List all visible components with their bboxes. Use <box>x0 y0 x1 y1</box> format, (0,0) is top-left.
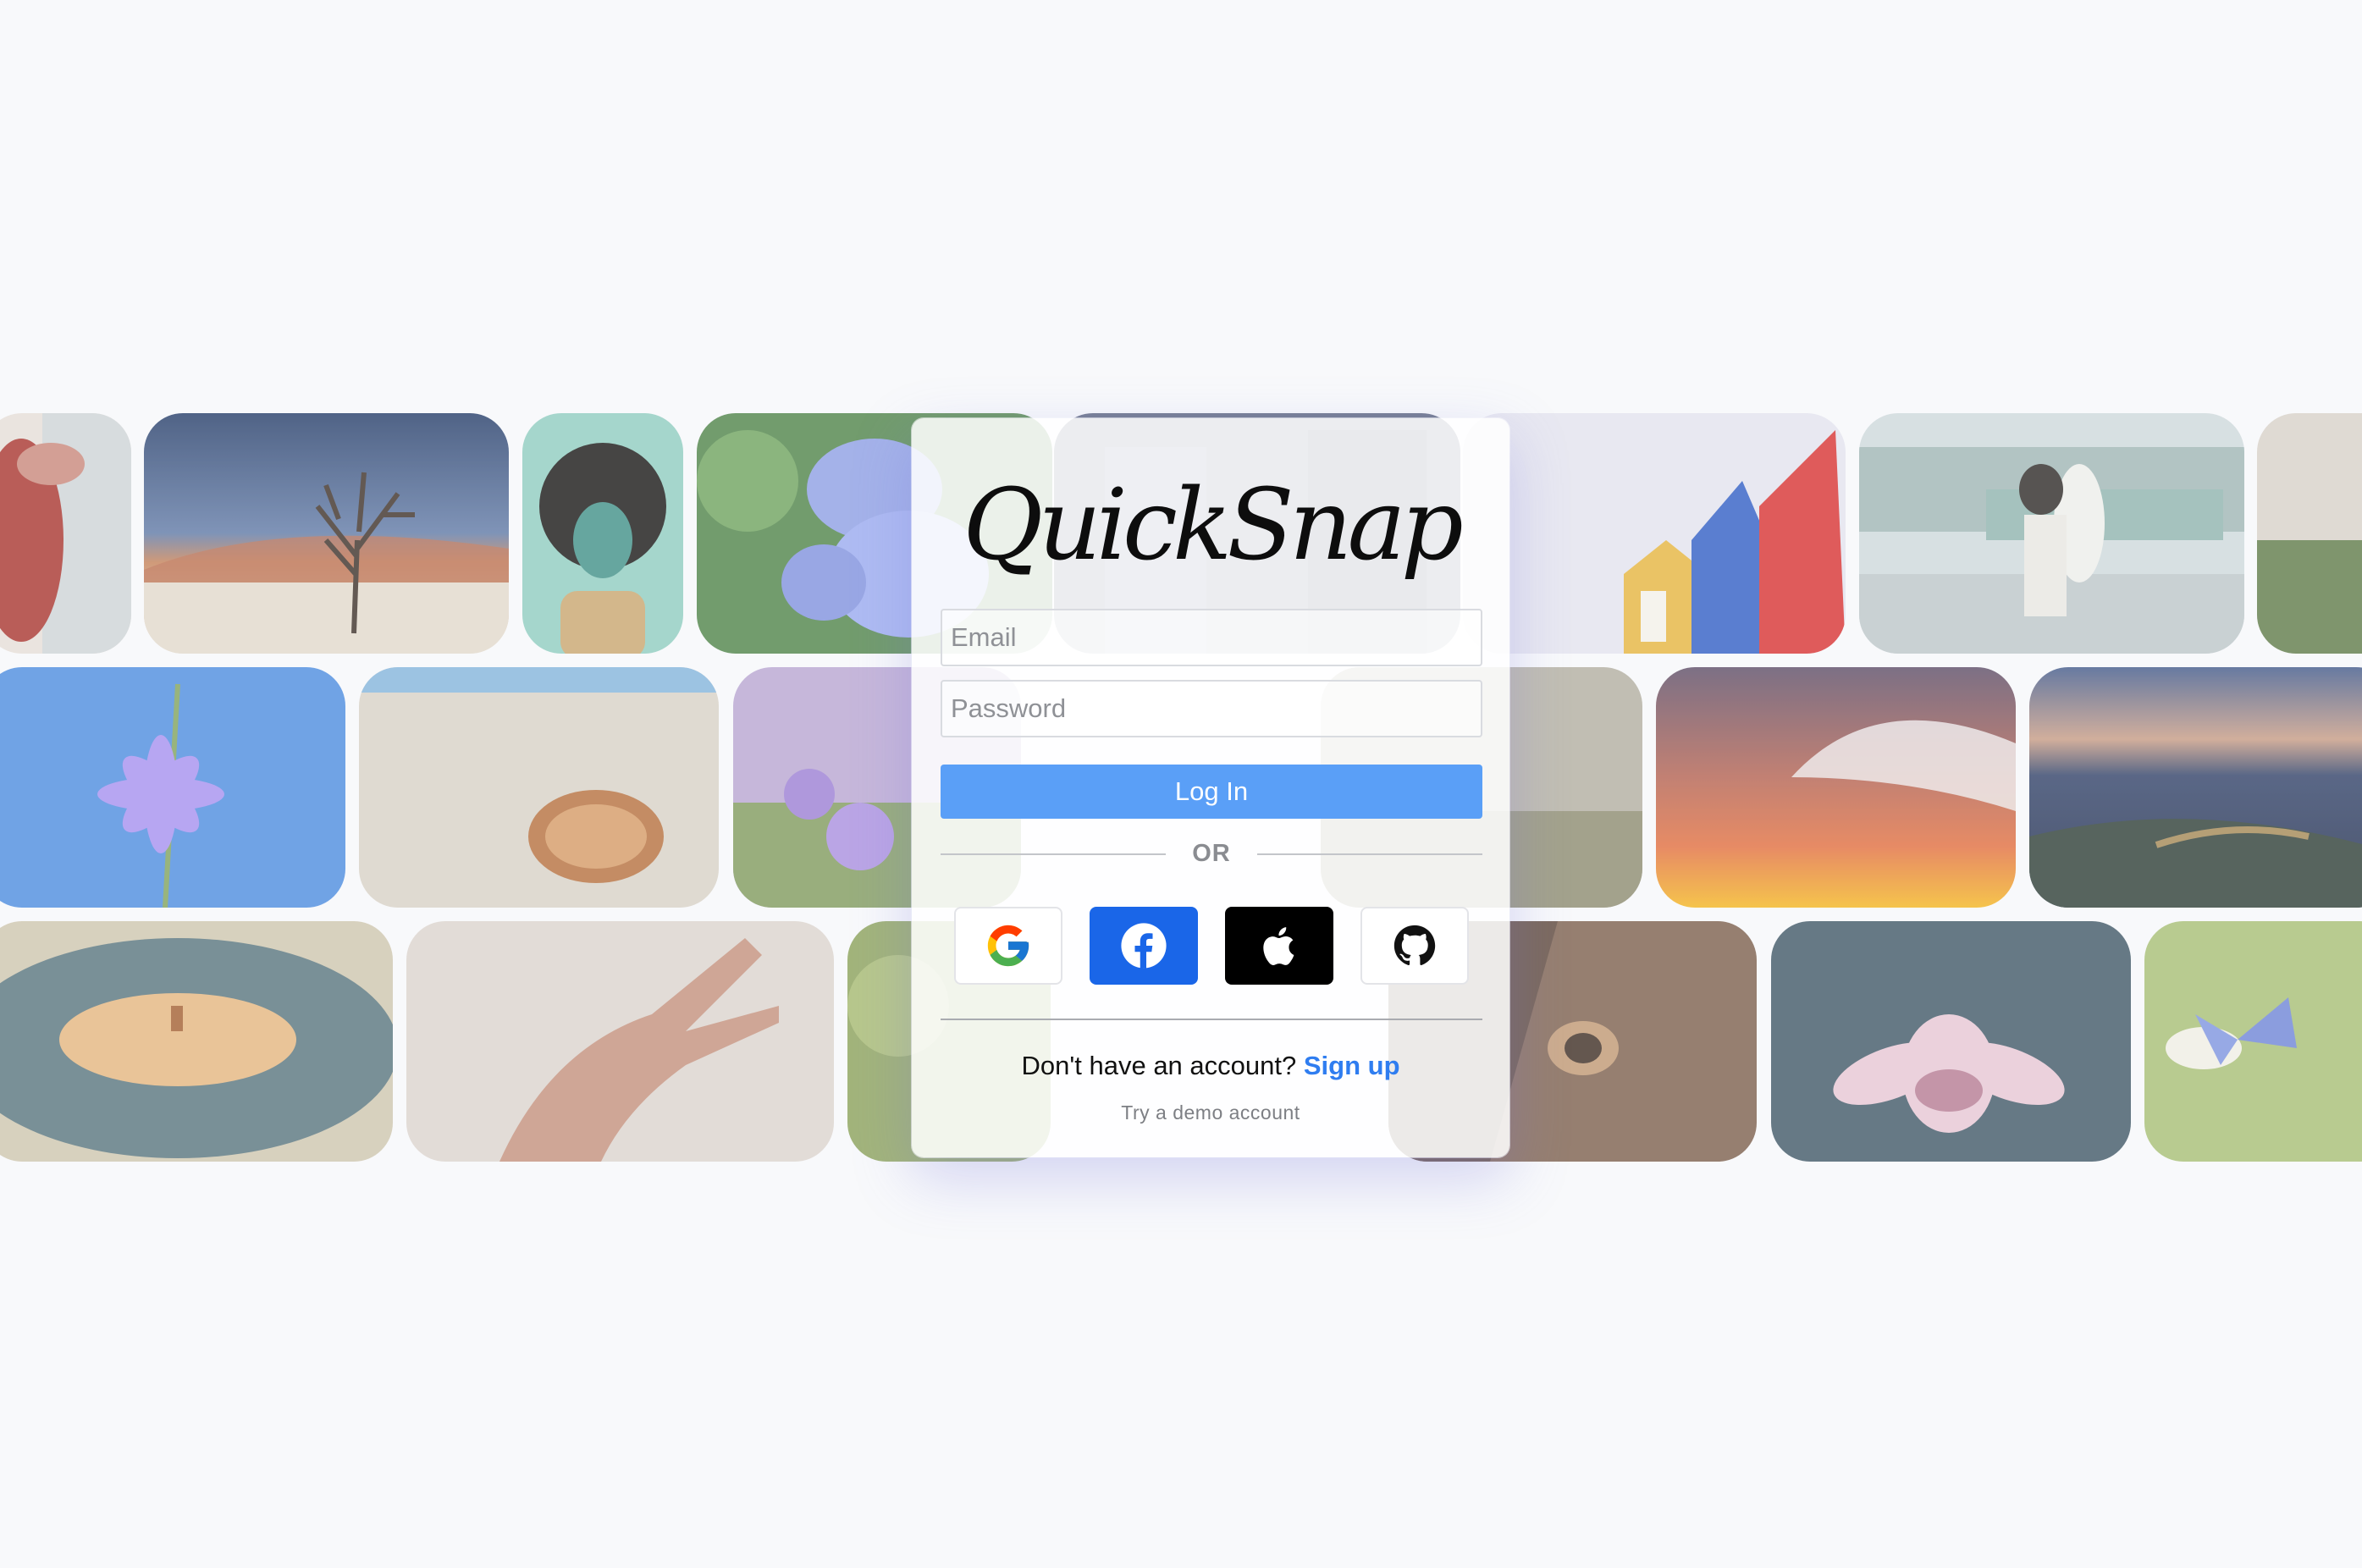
photo-ocean-waves-sunset <box>1656 667 2016 908</box>
apple-login-button[interactable] <box>1225 907 1333 985</box>
github-login-button[interactable] <box>1360 907 1469 985</box>
photo-woman-in-red <box>0 413 131 654</box>
divider-line <box>1257 853 1482 855</box>
photo-vinyl-record <box>0 921 393 1162</box>
photo-curly-hair-portrait <box>522 413 683 654</box>
photo-blue-butterfly <box>2144 921 2362 1162</box>
google-login-button[interactable] <box>954 907 1062 985</box>
github-icon <box>1393 925 1436 966</box>
signup-prompt-text: Don't have an account? <box>1021 1051 1297 1080</box>
photo-pink-lotus <box>1771 921 2131 1162</box>
password-input[interactable] <box>941 680 1482 737</box>
photo-seashell-on-beach <box>359 667 719 908</box>
signup-prompt: Don't have an account? Sign up <box>912 1049 1509 1083</box>
facebook-icon <box>1121 923 1167 969</box>
google-icon <box>987 925 1029 967</box>
login-card: QuickSnap Log In OR Don't hav <box>912 418 1509 1157</box>
demo-account-link[interactable]: Try a demo account <box>912 1100 1509 1125</box>
photo-colorful-houses <box>1463 413 1846 654</box>
photo-grass-field <box>2257 413 2362 654</box>
signup-link[interactable]: Sign up <box>1304 1051 1400 1080</box>
login-button[interactable]: Log In <box>941 765 1482 819</box>
photo-hand-in-sand <box>406 921 834 1162</box>
photo-dead-tree-desert-night <box>144 413 509 654</box>
facebook-login-button[interactable] <box>1090 907 1198 985</box>
or-separator: OR <box>941 836 1482 870</box>
photo-mountain-valley-town <box>2029 667 2362 908</box>
photo-purple-wildflower <box>0 667 345 908</box>
section-divider <box>941 1019 1482 1020</box>
apple-icon <box>1263 927 1294 965</box>
photo-couple-on-balcony <box>1859 413 2244 654</box>
app-logo: QuickSnap <box>963 468 1464 582</box>
email-input[interactable] <box>941 609 1482 666</box>
